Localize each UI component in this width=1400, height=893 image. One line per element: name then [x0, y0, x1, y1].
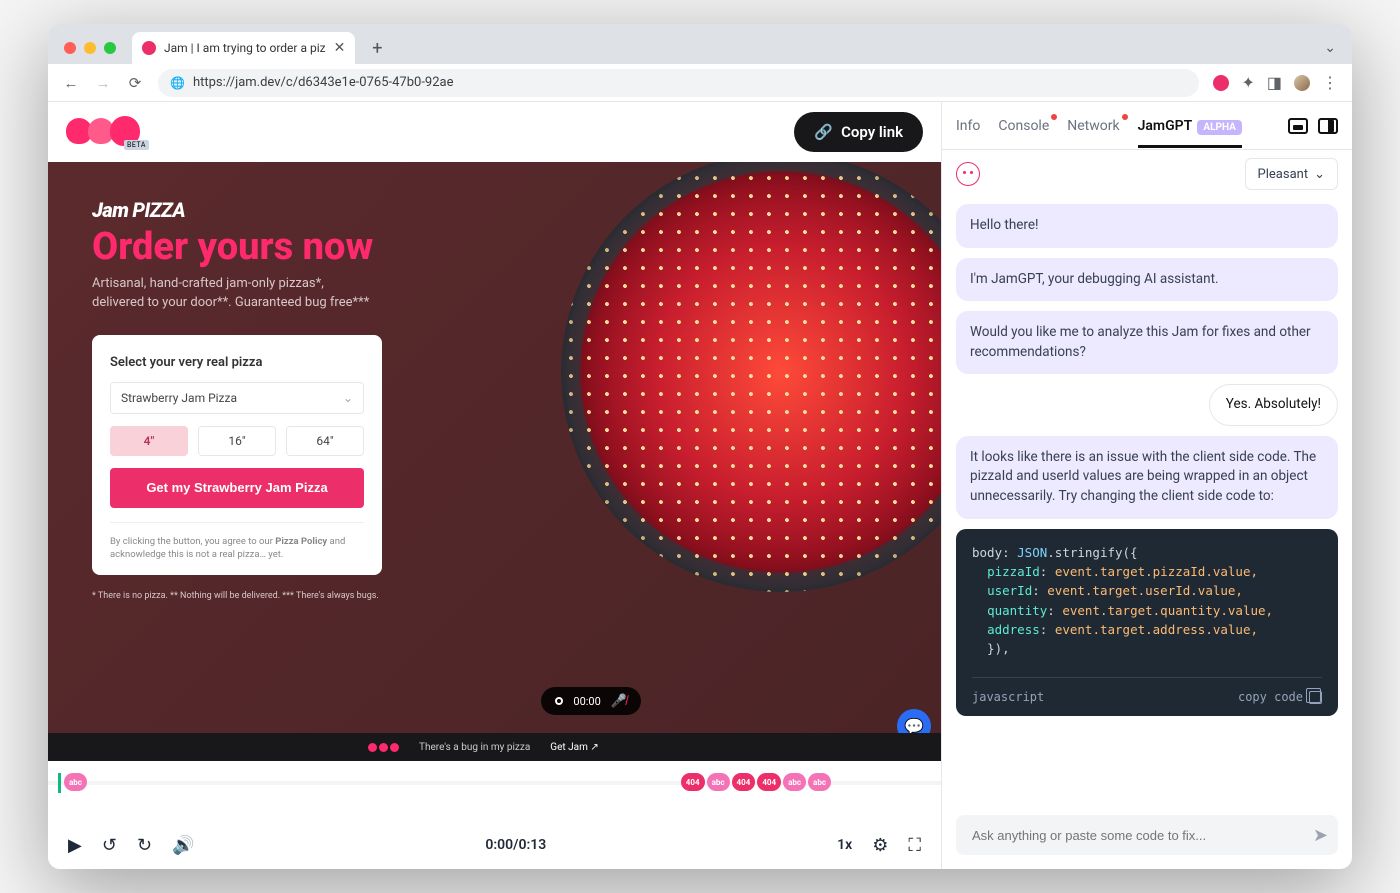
tab-network[interactable]: Network: [1067, 118, 1119, 134]
footnote: * There is no pizza. ** Nothing will be …: [92, 591, 897, 601]
reload-icon[interactable]: ⟳: [126, 74, 144, 92]
panel-tabs: Info Console Network JamGPT ALPHA: [942, 102, 1352, 150]
extensions-icon[interactable]: ✦: [1241, 73, 1254, 92]
tone-select[interactable]: Pleasant ⌄: [1245, 158, 1338, 190]
copy-code-button[interactable]: copy code: [1238, 688, 1322, 707]
mini-logo: [368, 743, 399, 752]
mic-muted-icon: 🎤̸: [611, 693, 627, 709]
record-icon: [555, 697, 563, 705]
panel-collapse-icon[interactable]: [1288, 118, 1308, 134]
link-icon: 🔗: [814, 123, 833, 141]
assistant-message: Hello there!: [956, 204, 1338, 248]
rewind-10-icon[interactable]: ↺: [102, 835, 117, 856]
size-option-1[interactable]: 16": [198, 426, 276, 456]
window-controls: [58, 42, 124, 64]
back-icon[interactable]: ←: [62, 74, 80, 92]
chevron-down-icon: ⌄: [343, 391, 353, 405]
forward-10-icon[interactable]: ↻: [137, 835, 152, 856]
playhead[interactable]: [58, 773, 61, 793]
fullscreen-icon[interactable]: ⛶: [908, 835, 921, 856]
copy-link-button[interactable]: 🔗 Copy link: [794, 112, 923, 152]
jam-logo[interactable]: BETA: [66, 114, 154, 150]
size-option-2[interactable]: 64": [286, 426, 364, 456]
chat-input-field[interactable]: [970, 827, 1313, 844]
recording-viewport: Jam PIZZA Order yours now Artisanal, han…: [48, 162, 941, 761]
recording-indicator[interactable]: 00:00 🎤̸: [541, 687, 641, 715]
jam-extension-icon[interactable]: [1213, 75, 1229, 91]
timeline-event[interactable]: 404: [681, 773, 705, 791]
maximize-window-button[interactable]: [104, 42, 116, 54]
globe-icon: 🌐: [170, 76, 185, 90]
browser-tab[interactable]: Jam | I am trying to order a piz ✕: [132, 32, 355, 64]
disclaimer-text: By clicking the button, you agree to our…: [110, 522, 364, 562]
extensions: ✦ ◨ ⋮: [1213, 73, 1338, 92]
profile-avatar[interactable]: [1294, 75, 1310, 91]
timeline-event[interactable]: abc: [64, 773, 87, 791]
favicon-icon: [142, 41, 156, 55]
new-tab-button[interactable]: +: [363, 34, 391, 62]
order-heading: Select your very real pizza: [110, 355, 364, 370]
time-display: 0:00/0:13: [485, 837, 546, 853]
close-tab-icon[interactable]: ✕: [334, 40, 346, 56]
minimize-window-button[interactable]: [84, 42, 96, 54]
get-pizza-button[interactable]: Get my Strawberry Jam Pizza: [110, 468, 364, 508]
tab-jamgpt[interactable]: JamGPT ALPHA: [1138, 118, 1242, 134]
get-jam-link[interactable]: Get Jam ↗: [550, 742, 598, 753]
tab-console[interactable]: Console: [998, 118, 1049, 134]
chat-header: Pleasant ⌄: [942, 150, 1352, 198]
url-bar: ← → ⟳ 🌐 https://jam.dev/c/d6343e1e-0765-…: [48, 64, 1352, 102]
settings-icon[interactable]: ⚙: [872, 835, 888, 856]
timeline-event[interactable]: abc: [783, 773, 806, 791]
pizza-image: [561, 162, 941, 592]
assistant-message: It looks like there is an issue with the…: [956, 436, 1338, 519]
browser-window: Jam | I am trying to order a piz ✕ + ⌄ ←…: [48, 24, 1352, 869]
play-icon[interactable]: ▶: [68, 835, 82, 856]
alpha-badge: ALPHA: [1197, 120, 1241, 135]
hero-subtitle: Artisanal, hand-crafted jam-only pizzas*…: [92, 274, 412, 313]
user-message: Yes. Absolutely!: [1209, 384, 1338, 426]
forward-icon[interactable]: →: [94, 74, 112, 92]
volume-icon[interactable]: 🔊: [172, 835, 194, 856]
send-icon[interactable]: ➤: [1313, 825, 1328, 846]
code-block: body: JSON.stringify({ pizzaId: event.ta…: [956, 529, 1338, 717]
site-logo: Jam PIZZA: [92, 198, 185, 222]
playback-controls: ▶ ↺ ↻ 🔊 0:00/0:13 1x ⚙ ⛶: [48, 821, 941, 869]
menu-icon[interactable]: ⋮: [1322, 73, 1338, 92]
timeline-event[interactable]: 404: [757, 773, 781, 791]
sidepanel-icon[interactable]: ◨: [1267, 73, 1282, 92]
assistant-message: I'm JamGPT, your debugging AI assistant.: [956, 258, 1338, 302]
chat-messages: Hello there! I'm JamGPT, your debugging A…: [942, 198, 1352, 805]
speed-button[interactable]: 1x: [837, 837, 852, 853]
code-lang: javascript: [972, 688, 1044, 707]
timeline-event[interactable]: 404: [732, 773, 756, 791]
close-window-button[interactable]: [64, 42, 76, 54]
main-content: BETA 🔗 Copy link Jam PIZZA Order yours n…: [48, 102, 942, 869]
chat-input[interactable]: ➤: [956, 815, 1338, 855]
timeline[interactable]: abc 404abc404404abcabc: [48, 761, 941, 821]
jam-header: BETA 🔗 Copy link: [48, 102, 941, 162]
pizza-select[interactable]: Strawberry Jam Pizza ⌄: [110, 382, 364, 414]
tab-strip: Jam | I am trying to order a piz ✕ + ⌄: [48, 24, 1352, 64]
tabs-dropdown-icon[interactable]: ⌄: [1324, 40, 1342, 56]
panel-split-icon[interactable]: [1318, 118, 1338, 134]
chevron-down-icon: ⌄: [1314, 167, 1325, 182]
timeline-event[interactable]: abc: [808, 773, 831, 791]
tab-info[interactable]: Info: [956, 118, 980, 134]
beta-badge: BETA: [124, 140, 149, 150]
side-panel: Info Console Network JamGPT ALPHA Pleasa…: [942, 102, 1352, 869]
address-field[interactable]: 🌐 https://jam.dev/c/d6343e1e-0765-47b0-9…: [158, 69, 1199, 97]
size-options: 4" 16" 64": [110, 426, 364, 456]
url-text: https://jam.dev/c/d6343e1e-0765-47b0-92a…: [193, 75, 454, 90]
assistant-message: Would you like me to analyze this Jam fo…: [956, 311, 1338, 374]
site-footer: There's a bug in my pizza Get Jam ↗: [48, 733, 941, 761]
tab-title: Jam | I am trying to order a piz: [164, 41, 326, 55]
bot-avatar-icon: [956, 162, 980, 186]
size-option-0[interactable]: 4": [110, 426, 188, 456]
order-card: Select your very real pizza Strawberry J…: [92, 335, 382, 576]
timeline-event[interactable]: abc: [707, 773, 730, 791]
